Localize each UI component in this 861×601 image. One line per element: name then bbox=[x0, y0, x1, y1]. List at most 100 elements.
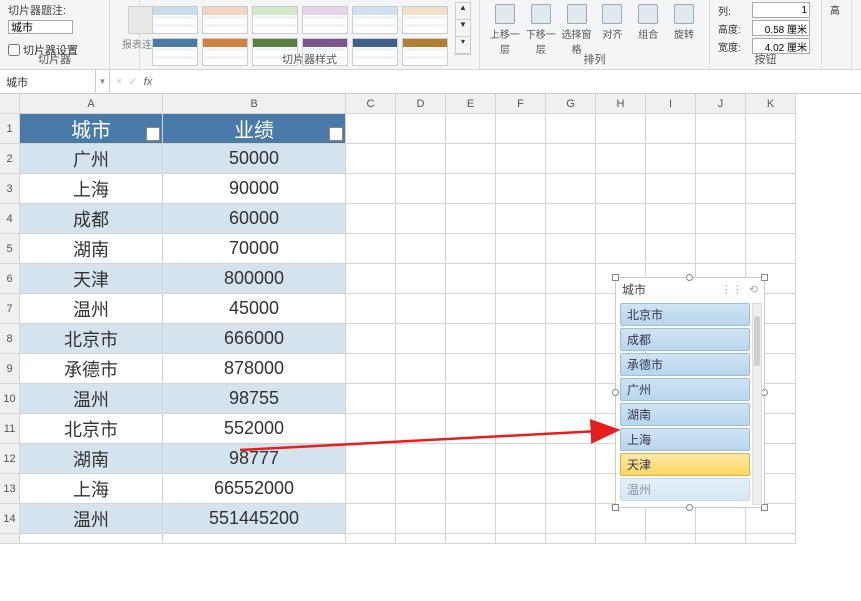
cell[interactable] bbox=[696, 504, 746, 534]
cell[interactable] bbox=[346, 234, 396, 264]
select-all-corner[interactable] bbox=[0, 94, 20, 114]
cell[interactable] bbox=[596, 534, 646, 544]
cell[interactable] bbox=[696, 204, 746, 234]
cell[interactable] bbox=[646, 114, 696, 144]
cell[interactable]: 551445200 bbox=[163, 504, 346, 534]
cancel-icon[interactable]: × bbox=[116, 76, 122, 88]
cell[interactable] bbox=[446, 264, 496, 294]
slicer-item[interactable]: 承德市 bbox=[620, 353, 750, 376]
cell[interactable] bbox=[446, 294, 496, 324]
cell[interactable]: 666000 bbox=[163, 324, 346, 354]
style-thumb[interactable] bbox=[302, 6, 348, 34]
cell[interactable] bbox=[696, 144, 746, 174]
slicer-item[interactable]: 温州 bbox=[620, 478, 750, 501]
slicer-item[interactable]: 湖南 bbox=[620, 403, 750, 426]
cell[interactable] bbox=[546, 294, 596, 324]
cell[interactable] bbox=[396, 294, 446, 324]
cell[interactable] bbox=[446, 534, 496, 544]
cell[interactable]: 70000 bbox=[163, 234, 346, 264]
cell[interactable] bbox=[496, 144, 546, 174]
cell[interactable] bbox=[696, 114, 746, 144]
multi-select-icon[interactable]: ⋮⋮ bbox=[721, 283, 743, 296]
col-header[interactable]: F bbox=[496, 94, 546, 114]
cell[interactable] bbox=[496, 324, 546, 354]
row-header[interactable]: 6 bbox=[0, 264, 20, 294]
cell[interactable] bbox=[546, 234, 596, 264]
selection-pane-button[interactable]: 选择窗格 bbox=[560, 2, 594, 56]
cell[interactable]: 温州 bbox=[20, 294, 163, 324]
cell[interactable]: 成都 bbox=[20, 204, 163, 234]
cell[interactable] bbox=[396, 144, 446, 174]
cell[interactable] bbox=[546, 354, 596, 384]
cell[interactable] bbox=[163, 534, 346, 544]
group-button[interactable]: 组合 bbox=[631, 2, 665, 41]
cell[interactable] bbox=[546, 414, 596, 444]
row-header[interactable]: 14 bbox=[0, 504, 20, 534]
cell[interactable] bbox=[496, 204, 546, 234]
cell[interactable] bbox=[396, 204, 446, 234]
cell[interactable] bbox=[496, 114, 546, 144]
cell[interactable] bbox=[596, 114, 646, 144]
cell[interactable] bbox=[346, 474, 396, 504]
cell[interactable] bbox=[396, 444, 446, 474]
cell[interactable]: 50000 bbox=[163, 144, 346, 174]
slicer-caption-input[interactable] bbox=[8, 20, 73, 34]
row-header[interactable]: 11 bbox=[0, 414, 20, 444]
cell[interactable] bbox=[646, 174, 696, 204]
cell[interactable]: 承德市 bbox=[20, 354, 163, 384]
cell[interactable] bbox=[396, 534, 446, 544]
resize-handle[interactable] bbox=[612, 274, 619, 281]
cell[interactable] bbox=[346, 384, 396, 414]
cell[interactable]: 湖南 bbox=[20, 444, 163, 474]
cell[interactable] bbox=[546, 264, 596, 294]
cell[interactable]: 上海 bbox=[20, 174, 163, 204]
cell[interactable]: 上海 bbox=[20, 474, 163, 504]
cell[interactable]: 城市▾ bbox=[20, 114, 163, 144]
cell[interactable] bbox=[496, 174, 546, 204]
slicer-item[interactable]: 广州 bbox=[620, 378, 750, 401]
cell[interactable] bbox=[346, 444, 396, 474]
style-thumb[interactable] bbox=[402, 6, 448, 34]
style-thumb[interactable] bbox=[202, 6, 248, 34]
cell[interactable] bbox=[546, 114, 596, 144]
btn-height-input[interactable] bbox=[752, 20, 810, 36]
cell[interactable] bbox=[446, 144, 496, 174]
cell[interactable] bbox=[596, 504, 646, 534]
rotate-button[interactable]: 旋转 bbox=[667, 2, 701, 41]
cell[interactable] bbox=[746, 144, 796, 174]
cell[interactable]: 878000 bbox=[163, 354, 346, 384]
cell[interactable] bbox=[396, 324, 446, 354]
cell[interactable]: 天津 bbox=[20, 264, 163, 294]
cell[interactable] bbox=[596, 204, 646, 234]
cell[interactable] bbox=[346, 414, 396, 444]
cell[interactable] bbox=[496, 414, 546, 444]
cell[interactable] bbox=[496, 534, 546, 544]
cell[interactable] bbox=[346, 174, 396, 204]
cell[interactable] bbox=[546, 444, 596, 474]
cell[interactable] bbox=[396, 174, 446, 204]
cell[interactable]: 98777 bbox=[163, 444, 346, 474]
cell[interactable] bbox=[346, 354, 396, 384]
style-thumb[interactable] bbox=[152, 6, 198, 34]
style-thumb[interactable] bbox=[352, 6, 398, 34]
row-header[interactable]: 13 bbox=[0, 474, 20, 504]
cell[interactable] bbox=[346, 144, 396, 174]
cell[interactable] bbox=[546, 504, 596, 534]
row-header[interactable]: 9 bbox=[0, 354, 20, 384]
cell[interactable]: 66552000 bbox=[163, 474, 346, 504]
col-header[interactable]: I bbox=[646, 94, 696, 114]
cell[interactable] bbox=[396, 264, 446, 294]
cell[interactable]: 北京市 bbox=[20, 414, 163, 444]
cell[interactable] bbox=[396, 414, 446, 444]
col-header[interactable]: A bbox=[20, 94, 163, 114]
cell[interactable]: 800000 bbox=[163, 264, 346, 294]
cell[interactable] bbox=[346, 114, 396, 144]
cell[interactable] bbox=[396, 234, 446, 264]
slicer-city[interactable]: 城市 ⋮⋮ ⟲ 北京市成都承德市广州湖南上海天津温州 bbox=[615, 277, 765, 508]
cell[interactable] bbox=[446, 504, 496, 534]
cell[interactable] bbox=[346, 324, 396, 354]
name-box[interactable]: 城市 bbox=[0, 70, 96, 93]
cell[interactable] bbox=[396, 114, 446, 144]
slicer-item[interactable]: 成都 bbox=[620, 328, 750, 351]
gallery-up-icon[interactable]: ▲ bbox=[456, 3, 470, 20]
